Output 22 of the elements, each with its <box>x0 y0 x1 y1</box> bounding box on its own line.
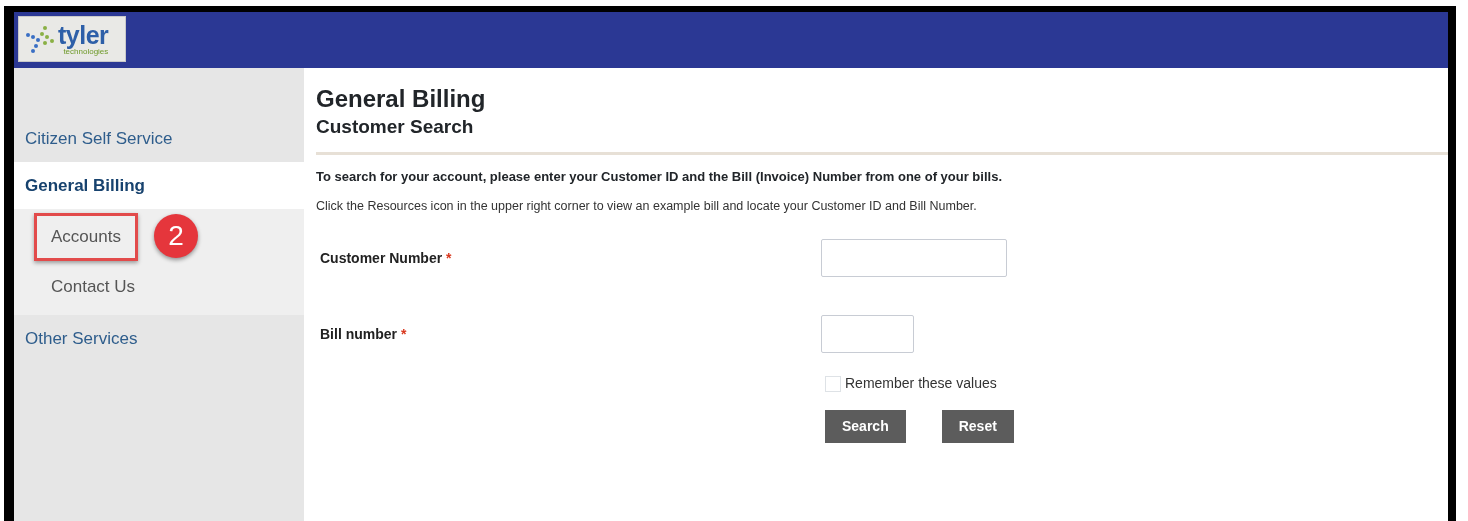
remember-checkbox[interactable] <box>825 375 841 392</box>
hint-text: Click the Resources icon in the upper right corner to view an example bill and locate your Customer ID and Bill Number. <box>316 197 978 215</box>
field-label: Customer Number * <box>319 248 453 268</box>
page-subtitle: Customer Search <box>316 115 475 139</box>
step-callout: 2 <box>153 214 198 258</box>
search-button[interactable]: Search <box>825 410 906 444</box>
sidebar-item[interactable]: General Billing <box>14 162 304 209</box>
required-mark: * <box>446 249 452 266</box>
checkbox-label: Remember these values <box>845 374 997 394</box>
page-title: General Billing <box>316 84 487 114</box>
required-mark: * <box>400 325 407 342</box>
field-label: Bill number * <box>319 324 408 344</box>
instruction-text: To search for your account, please enter your Customer ID and the Bill (Invoice) Number from one of your bills. <box>316 168 1003 186</box>
sidebar-subitem[interactable]: Contact Us <box>34 263 153 311</box>
sidebar-subitem[interactable]: Accounts <box>34 213 138 261</box>
sidebar-item[interactable]: Other Services <box>14 315 304 362</box>
dots-logo-icon <box>25 25 55 53</box>
input-field[interactable] <box>821 315 914 354</box>
logo-wordmark: tyler <box>58 22 109 48</box>
reset-button[interactable]: Reset <box>941 410 1014 444</box>
sidebar-item[interactable]: Citizen Self Service <box>14 115 304 162</box>
input-field[interactable] <box>821 239 1007 278</box>
